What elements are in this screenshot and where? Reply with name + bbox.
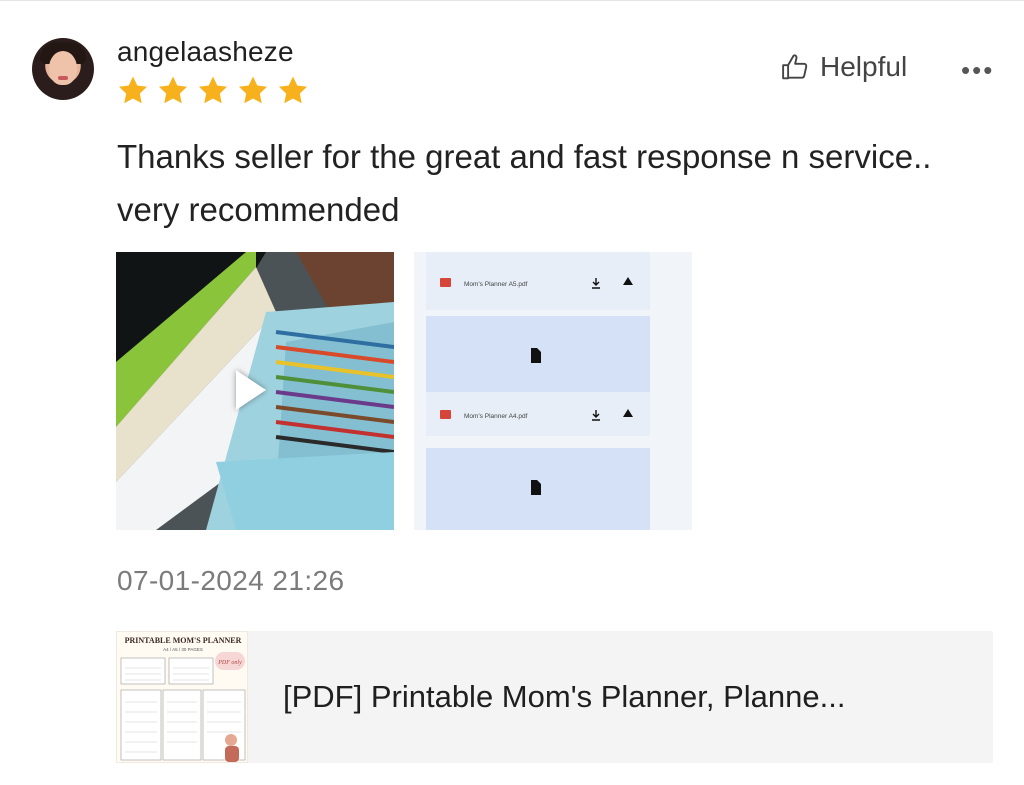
rating-stars <box>116 74 310 107</box>
star-icon <box>278 76 308 104</box>
svg-text:PRINTABLE MOM'S PLANNER: PRINTABLE MOM'S PLANNER <box>125 636 242 645</box>
top-divider <box>0 0 1024 1</box>
review-text: Thanks seller for the great and fast res… <box>117 138 932 228</box>
product-title[interactable]: [PDF] Printable Mom's Planner, Planne... <box>283 679 983 715</box>
product-card[interactable]: PRINTABLE MOM'S PLANNER A4 / A5 / 30 PAG… <box>116 631 993 763</box>
helpful-button[interactable]: Helpful <box>780 51 907 83</box>
svg-text:A4 / A5 / 30 PAGES: A4 / A5 / 30 PAGES <box>163 647 203 652</box>
file-name-2: Mom's Planner A4.pdf <box>464 413 528 420</box>
star-icon <box>238 76 268 104</box>
product-thumbnail: PRINTABLE MOM'S PLANNER A4 / A5 / 30 PAG… <box>116 631 248 763</box>
svg-text:PDF only: PDF only <box>217 660 242 666</box>
more-options-button[interactable]: ••• <box>961 57 994 83</box>
files-screenshot: Mom's Planner A5.pdf Mom's Planner A4.pd… <box>414 252 692 530</box>
helpful-label: Helpful <box>820 51 908 82</box>
reviewer-username[interactable]: angelaasheze <box>117 36 294 68</box>
star-icon <box>198 76 228 104</box>
review-screenshot-image[interactable]: Mom's Planner A5.pdf Mom's Planner A4.pd… <box>414 252 692 530</box>
pdf-icon <box>440 278 451 287</box>
avatar-lips <box>58 76 68 80</box>
review-video-thumbnail[interactable] <box>116 252 394 530</box>
review-timestamp: 07-01-2024 21:26 <box>117 565 345 596</box>
thumbs-up-icon <box>782 54 808 80</box>
product-thumbnail-art: PRINTABLE MOM'S PLANNER A4 / A5 / 30 PAG… <box>117 632 247 762</box>
file-name-1: Mom's Planner A5.pdf <box>464 281 528 288</box>
star-icon <box>118 76 148 104</box>
avatar[interactable] <box>32 38 94 100</box>
pdf-icon <box>440 410 451 419</box>
play-icon[interactable] <box>236 370 266 410</box>
star-icon <box>158 76 188 104</box>
